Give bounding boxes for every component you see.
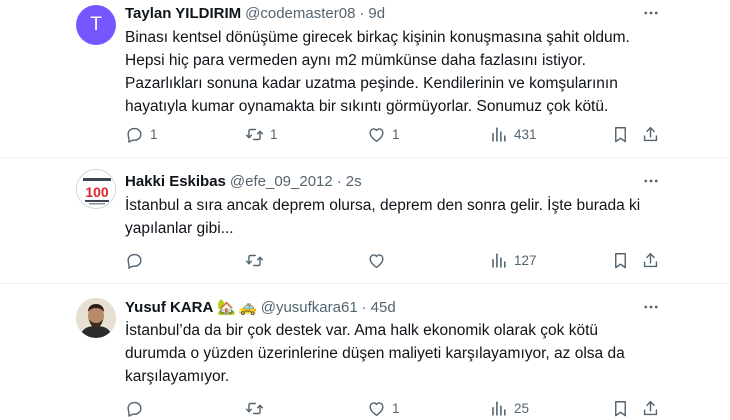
- reply-button[interactable]: [125, 397, 150, 419]
- views-icon: [492, 126, 506, 142]
- views-button[interactable]: 25: [489, 397, 529, 419]
- like-count: 1: [392, 126, 400, 142]
- separator-dot: ·: [359, 4, 365, 22]
- bookmark-icon: [615, 126, 626, 142]
- action-bar: 1 1 1 431: [125, 123, 665, 145]
- tweet-text-line: Pazarlıkları sonuna kadar uzatma peşinde…: [125, 75, 618, 92]
- heart-icon: [369, 127, 384, 142]
- views-count: 127: [514, 252, 537, 268]
- author-handle[interactable]: @yusufkara61: [261, 299, 358, 316]
- avatar[interactable]: [76, 298, 116, 338]
- separator-dot: ·: [336, 172, 342, 190]
- tweet-text-line: hayatıyla kumar oynamakta bir sıkıntı gö…: [125, 98, 609, 115]
- tweet-text: İstanbul a sıra ancak deprem olursa, dep…: [125, 194, 665, 240]
- avatar[interactable]: 100: [76, 169, 116, 209]
- reply-button[interactable]: [125, 249, 150, 271]
- author-name[interactable]: Hakki Eskibas: [125, 173, 226, 190]
- share-icon: [643, 126, 658, 141]
- bookmark-icon: [615, 252, 626, 268]
- tweet[interactable]: 100 Hakki Eskibas @efe_09_2012 · 2s İsta…: [0, 158, 730, 280]
- timestamp[interactable]: 2s: [346, 173, 362, 190]
- retweet-icon: [245, 402, 264, 414]
- tweet-text-line: Hepsi hiç para vermeden aynı m2 mümkünse…: [125, 52, 586, 69]
- svg-text:100: 100: [85, 184, 109, 200]
- timestamp[interactable]: 45d: [371, 299, 396, 316]
- views-button[interactable]: 127: [489, 249, 537, 271]
- heart-icon: [369, 401, 384, 416]
- views-icon: [492, 252, 506, 268]
- tweet-text-line: karşılayamıyor.: [125, 368, 230, 385]
- profile-photo-icon: [76, 298, 116, 338]
- more-icon[interactable]: [642, 172, 660, 190]
- action-bar: 1 25: [125, 397, 665, 419]
- logo-100-icon: 100: [83, 178, 111, 205]
- tweet[interactable]: Yusuf KARA 🏡 🚕 @yusufkara61 · 45d İstanb…: [0, 284, 730, 420]
- tweet-text-line: yapılanlar gibi...: [125, 220, 234, 237]
- views-count: 431: [514, 126, 537, 142]
- like-button[interactable]: [367, 249, 392, 271]
- share-button[interactable]: [641, 123, 660, 145]
- more-icon[interactable]: [642, 298, 660, 316]
- bookmark-button[interactable]: [611, 397, 630, 419]
- bookmark-icon: [615, 400, 626, 416]
- bookmark-button[interactable]: [611, 123, 630, 145]
- author-name[interactable]: Yusuf KARA: [125, 299, 213, 316]
- taxi-emoji-icon: 🚕: [238, 299, 257, 316]
- share-icon: [643, 252, 658, 267]
- tweet-text-line: İstanbul’da da bir çok destek var. Ama h…: [125, 322, 598, 339]
- timestamp[interactable]: 9d: [368, 5, 385, 22]
- retweet-button[interactable]: 1: [245, 123, 278, 145]
- bookmark-button[interactable]: [611, 249, 630, 271]
- action-bar: 127: [125, 249, 665, 271]
- author-handle[interactable]: @efe_09_2012: [230, 173, 333, 190]
- views-count: 25: [514, 400, 530, 416]
- tweet-text-line: İstanbul a sıra ancak deprem olursa, dep…: [125, 197, 641, 214]
- reply-icon: [127, 401, 142, 417]
- tweet-header: Yusuf KARA 🏡 🚕 @yusufkara61 · 45d: [125, 297, 396, 317]
- share-button[interactable]: [641, 397, 660, 419]
- tweet-header: Taylan YILDIRIM @codemaster08 · 9d: [125, 3, 385, 23]
- retweet-button[interactable]: [245, 397, 270, 419]
- retweet-icon: [245, 128, 264, 140]
- retweet-icon: [245, 254, 264, 266]
- tweet[interactable]: T Taylan YILDIRIM @codemaster08 · 9d Bin…: [0, 0, 730, 153]
- name-emoji: 🏡 🚕: [217, 298, 256, 316]
- like-button[interactable]: 1: [367, 123, 400, 145]
- avatar-letter: T: [90, 14, 102, 35]
- tweet-text-line: durumda o yüzden üzerinlerine düşen mali…: [125, 345, 625, 362]
- separator-dot: ·: [361, 298, 367, 316]
- reply-icon: [127, 253, 142, 269]
- heart-icon: [369, 253, 384, 268]
- more-icon[interactable]: [642, 4, 660, 22]
- tweet-text: İstanbul’da da bir çok destek var. Ama h…: [125, 319, 665, 388]
- views-icon: [492, 400, 506, 416]
- like-button[interactable]: 1: [367, 397, 400, 419]
- tweet-text: Binası kentsel dönüşüme girecek birkaç k…: [125, 26, 665, 118]
- like-count: 1: [392, 400, 400, 416]
- tweet-header: Hakki Eskibas @efe_09_2012 · 2s: [125, 171, 362, 191]
- share-icon: [643, 400, 658, 415]
- tweet-text-line: Binası kentsel dönüşüme girecek birkaç k…: [125, 29, 630, 46]
- retweet-button[interactable]: [245, 249, 270, 271]
- retweet-count: 1: [270, 126, 278, 142]
- house-emoji-icon: 🏡: [217, 299, 237, 316]
- share-button[interactable]: [641, 249, 660, 271]
- author-name[interactable]: Taylan YILDIRIM: [125, 5, 241, 22]
- reply-icon: [127, 127, 142, 143]
- avatar[interactable]: T: [76, 5, 116, 45]
- reply-button[interactable]: 1: [125, 123, 158, 145]
- author-handle[interactable]: @codemaster08: [245, 5, 355, 22]
- views-button[interactable]: 431: [489, 123, 537, 145]
- reply-count: 1: [150, 126, 158, 142]
